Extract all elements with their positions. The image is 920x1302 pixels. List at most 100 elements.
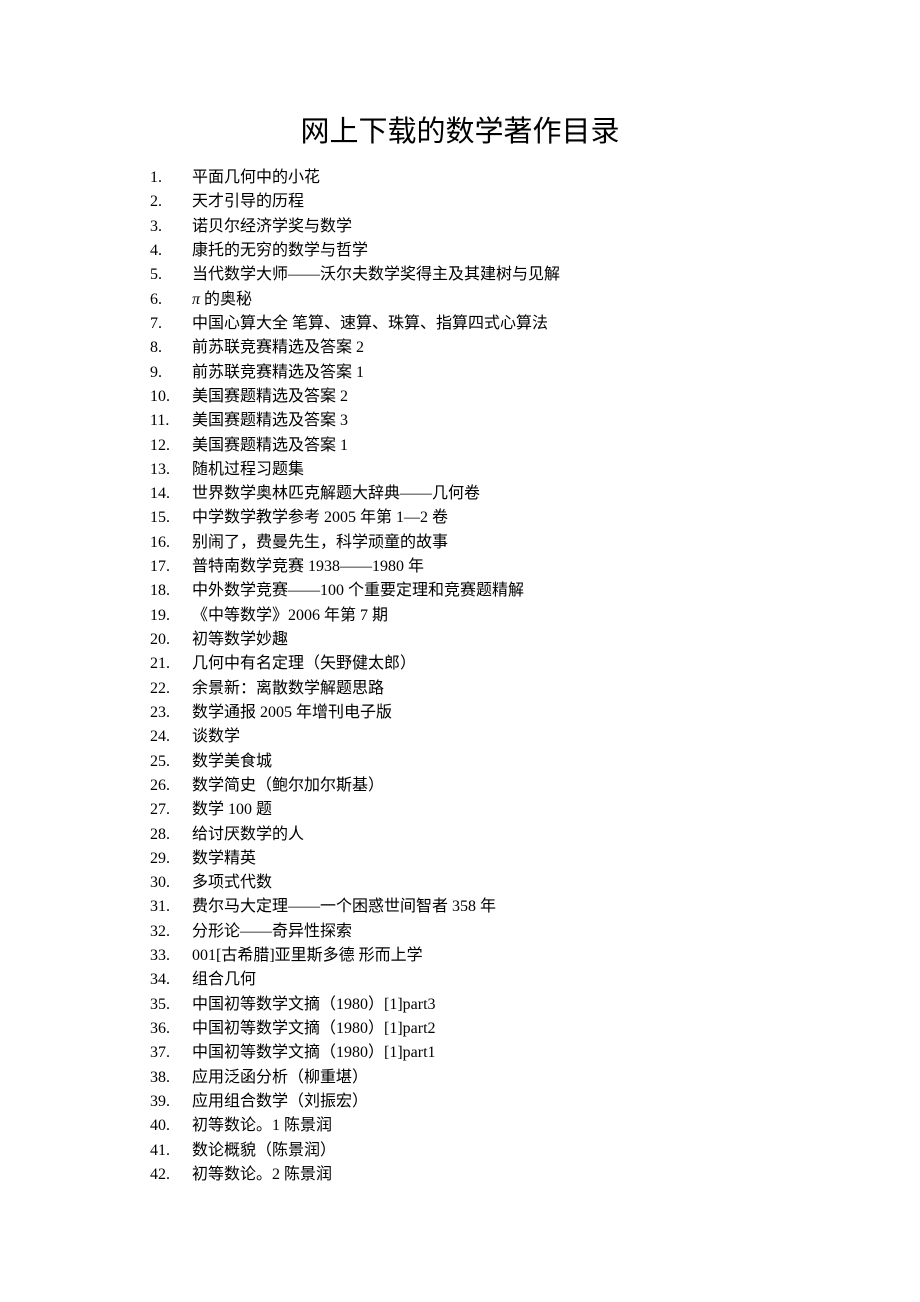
list-item-text: 应用组合数学（刘振宏）: [192, 1090, 770, 1114]
list-item: 22.余景新：离散数学解题思路: [150, 677, 770, 701]
list-item-text: 康托的无穷的数学与哲学: [192, 239, 770, 263]
list-item-number: 29.: [150, 847, 192, 871]
list-item-text: 当代数学大师——沃尔夫数学奖得主及其建树与见解: [192, 263, 770, 287]
list-item-number: 19.: [150, 604, 192, 628]
list-item: 39.应用组合数学（刘振宏）: [150, 1090, 770, 1114]
list-item: 24.谈数学: [150, 725, 770, 749]
list-item: 18.中外数学竞赛——100 个重要定理和竞赛题精解: [150, 579, 770, 603]
list-item: 34.组合几何: [150, 968, 770, 992]
list-item-number: 42.: [150, 1163, 192, 1187]
list-item-text: 谈数学: [192, 725, 770, 749]
list-item-text: 几何中有名定理（矢野健太郎）: [192, 652, 770, 676]
list-item-number: 21.: [150, 652, 192, 676]
list-item: 26.数学简史（鲍尔加尔斯基）: [150, 774, 770, 798]
list-item-text: 初等数论。2 陈景润: [192, 1163, 770, 1187]
list-item: 41.数论概貌（陈景润）: [150, 1139, 770, 1163]
list-item: 9.前苏联竞赛精选及答案 1: [150, 361, 770, 385]
list-item-number: 28.: [150, 823, 192, 847]
list-item-number: 13.: [150, 458, 192, 482]
list-item-text: 数论概貌（陈景润）: [192, 1139, 770, 1163]
list-item: 31.费尔马大定理——一个困惑世间智者 358 年: [150, 895, 770, 919]
list-item-number: 24.: [150, 725, 192, 749]
list-item: 11.美国赛题精选及答案 3: [150, 409, 770, 433]
list-item-number: 39.: [150, 1090, 192, 1114]
list-item-number: 7.: [150, 312, 192, 336]
list-item: 6.π 的奥秘: [150, 288, 770, 312]
list-item-number: 18.: [150, 579, 192, 603]
list-item: 25.数学美食城: [150, 750, 770, 774]
list-item: 8.前苏联竞赛精选及答案 2: [150, 336, 770, 360]
list-item-text: 001[古希腊]亚里斯多德 形而上学: [192, 944, 770, 968]
list-item: 32.分形论——奇异性探索: [150, 920, 770, 944]
list-item-number: 16.: [150, 531, 192, 555]
list-item-number: 6.: [150, 288, 192, 312]
list-item-number: 37.: [150, 1041, 192, 1065]
list-item: 37.中国初等数学文摘（1980）[1]part1: [150, 1041, 770, 1065]
list-item: 7.中国心算大全 笔算、速算、珠算、指算四式心算法: [150, 312, 770, 336]
list-item-text: 中学数学教学参考 2005 年第 1—2 卷: [192, 506, 770, 530]
list-item-number: 15.: [150, 506, 192, 530]
list-item-number: 9.: [150, 361, 192, 385]
list-item-number: 30.: [150, 871, 192, 895]
list-item-number: 26.: [150, 774, 192, 798]
list-item-number: 22.: [150, 677, 192, 701]
list-item-number: 10.: [150, 385, 192, 409]
list-item: 23.数学通报 2005 年增刊电子版: [150, 701, 770, 725]
list-item-number: 4.: [150, 239, 192, 263]
list-item-text: 中国心算大全 笔算、速算、珠算、指算四式心算法: [192, 312, 770, 336]
list-item: 36.中国初等数学文摘（1980）[1]part2: [150, 1017, 770, 1041]
list-item: 12.美国赛题精选及答案 1: [150, 434, 770, 458]
list-item-number: 8.: [150, 336, 192, 360]
list-item: 27.数学 100 题: [150, 798, 770, 822]
list-item-text: 多项式代数: [192, 871, 770, 895]
list-item-text: 数学精英: [192, 847, 770, 871]
list-item-text: 《中等数学》2006 年第 7 期: [192, 604, 770, 628]
list-item-number: 35.: [150, 993, 192, 1017]
list-item: 28.给讨厌数学的人: [150, 823, 770, 847]
list-item-number: 25.: [150, 750, 192, 774]
list-item-text: 费尔马大定理——一个困惑世间智者 358 年: [192, 895, 770, 919]
list-item-number: 14.: [150, 482, 192, 506]
list-item-number: 12.: [150, 434, 192, 458]
list-item-number: 38.: [150, 1066, 192, 1090]
list-item-number: 17.: [150, 555, 192, 579]
list-item-text: 普特南数学竞赛 1938——1980 年: [192, 555, 770, 579]
list-item-number: 31.: [150, 895, 192, 919]
list-item-text: 给讨厌数学的人: [192, 823, 770, 847]
list-item-number: 41.: [150, 1139, 192, 1163]
list-item-text: 随机过程习题集: [192, 458, 770, 482]
list-item-text: π 的奥秘: [192, 288, 770, 312]
list-item-number: 20.: [150, 628, 192, 652]
list-item: 1.平面几何中的小花: [150, 166, 770, 190]
list-item-number: 36.: [150, 1017, 192, 1041]
list-item: 2.天才引导的历程: [150, 190, 770, 214]
list-item-text: 诺贝尔经济学奖与数学: [192, 215, 770, 239]
list-item: 15.中学数学教学参考 2005 年第 1—2 卷: [150, 506, 770, 530]
list-item: 20.初等数学妙趣: [150, 628, 770, 652]
list-item-text: 天才引导的历程: [192, 190, 770, 214]
list-item-text: 数学 100 题: [192, 798, 770, 822]
list-item: 33.001[古希腊]亚里斯多德 形而上学: [150, 944, 770, 968]
list-item: 38.应用泛函分析（柳重堪）: [150, 1066, 770, 1090]
list-item-number: 3.: [150, 215, 192, 239]
list-item-text: 初等数学妙趣: [192, 628, 770, 652]
list-item-number: 33.: [150, 944, 192, 968]
list-item-number: 27.: [150, 798, 192, 822]
list-item: 40.初等数论。1 陈景润: [150, 1114, 770, 1138]
list-item-number: 40.: [150, 1114, 192, 1138]
list-item-text: 中国初等数学文摘（1980）[1]part2: [192, 1017, 770, 1041]
list-item: 5.当代数学大师——沃尔夫数学奖得主及其建树与见解: [150, 263, 770, 287]
list-item: 35.中国初等数学文摘（1980）[1]part3: [150, 993, 770, 1017]
list-item-text: 初等数论。1 陈景润: [192, 1114, 770, 1138]
list-item: 17.普特南数学竞赛 1938——1980 年: [150, 555, 770, 579]
list-item-text: 中外数学竞赛——100 个重要定理和竞赛题精解: [192, 579, 770, 603]
list-item-number: 2.: [150, 190, 192, 214]
list-item: 3.诺贝尔经济学奖与数学: [150, 215, 770, 239]
list-item: 42.初等数论。2 陈景润: [150, 1163, 770, 1187]
list-item: 13.随机过程习题集: [150, 458, 770, 482]
list-item-text: 数学通报 2005 年增刊电子版: [192, 701, 770, 725]
list-item-text: 组合几何: [192, 968, 770, 992]
list-item-text: 分形论——奇异性探索: [192, 920, 770, 944]
list-item-number: 32.: [150, 920, 192, 944]
list-item: 19.《中等数学》2006 年第 7 期: [150, 604, 770, 628]
